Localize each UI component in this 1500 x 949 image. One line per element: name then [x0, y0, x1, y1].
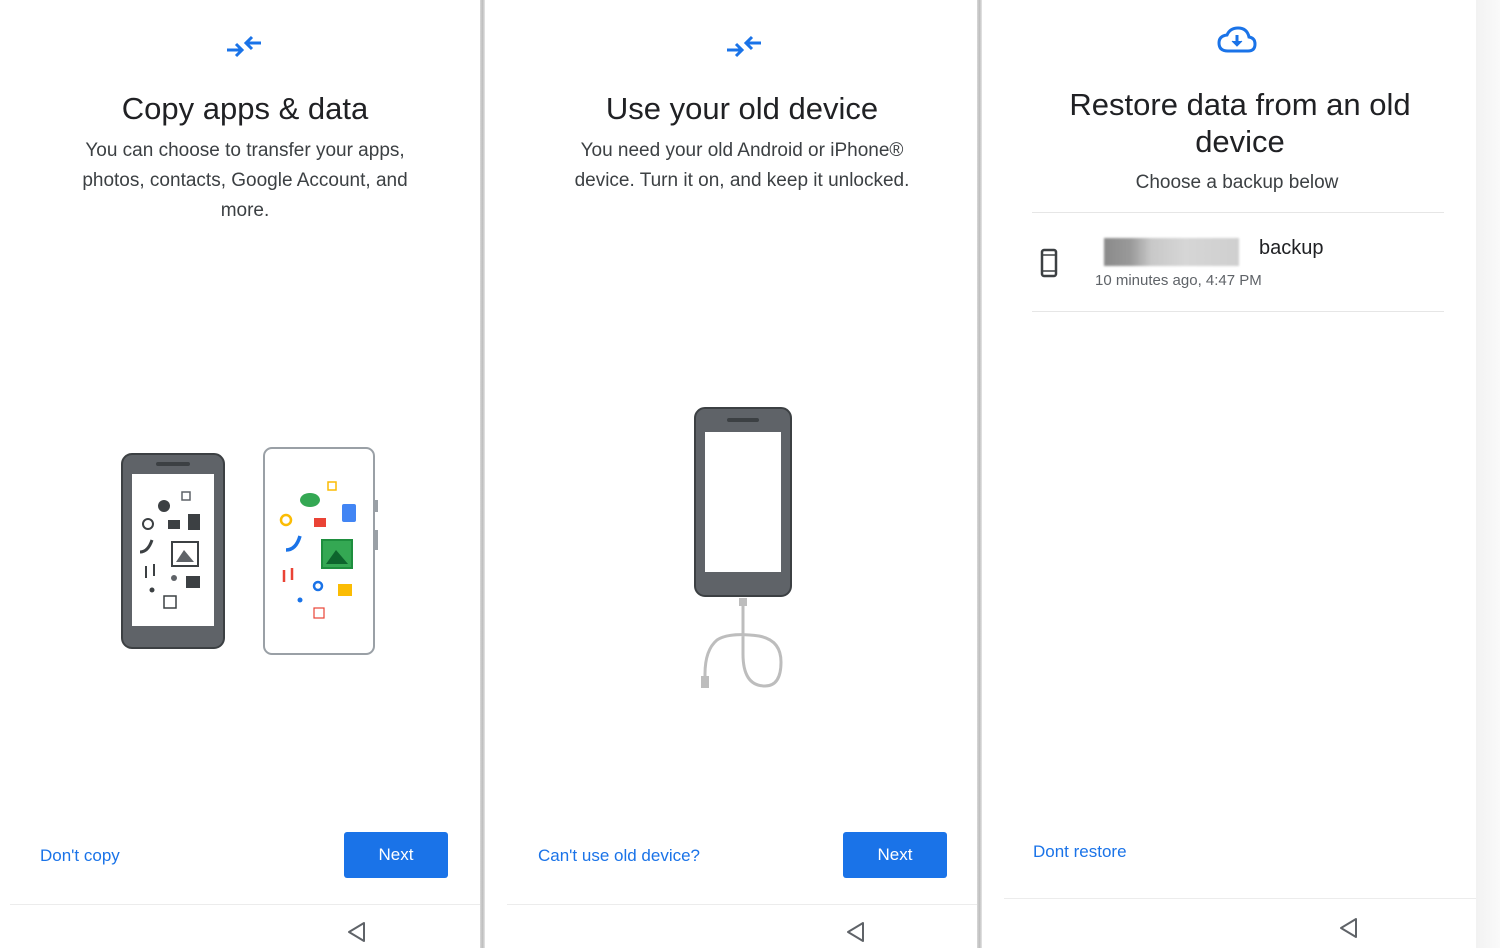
next-button[interactable]: Next — [843, 832, 947, 878]
phone-icon — [1040, 248, 1058, 278]
use-old-device-screen: Use your old device You need your old An… — [507, 0, 977, 949]
page-title: Restore data from an old device — [1069, 87, 1411, 159]
dont-restore-button[interactable]: Dont restore — [1033, 842, 1127, 862]
page-description: You can choose to transfer your apps, ph… — [82, 140, 408, 221]
divider — [1032, 212, 1444, 213]
navigation-bar — [507, 904, 977, 949]
back-triangle-icon[interactable] — [346, 921, 368, 943]
phone-with-cable-illustration — [694, 407, 792, 688]
screen-separator — [480, 0, 485, 948]
cloud-download-icon — [1217, 26, 1257, 53]
copy-apps-screen: Copy apps & data You can choose to trans… — [10, 0, 480, 949]
back-triangle-icon[interactable] — [1338, 917, 1360, 939]
divider — [1032, 311, 1444, 312]
cant-use-old-device-button[interactable]: Can't use old device? — [538, 846, 700, 866]
transfer-arrows-icon — [727, 35, 761, 58]
backup-list-item[interactable]: backup 10 minutes ago, 4:47 PM — [1032, 222, 1444, 308]
screen-separator — [977, 0, 982, 948]
restore-data-screen: Restore data from an old device Choose a… — [1004, 0, 1476, 949]
navigation-bar — [1004, 898, 1476, 949]
backup-timestamp: 10 minutes ago, 4:47 PM — [1095, 272, 1262, 289]
next-button[interactable]: Next — [344, 832, 448, 878]
screen-edge — [1476, 0, 1500, 948]
dont-copy-button[interactable]: Don't copy — [40, 846, 120, 866]
page-subtitle: Choose a backup below — [1135, 172, 1339, 193]
page-title: Use your old device — [605, 91, 879, 126]
back-triangle-icon[interactable] — [845, 921, 867, 943]
page-description: You need your old Android or iPhone® dev… — [574, 140, 910, 191]
navigation-bar — [10, 904, 480, 949]
blurred-device-name — [1104, 238, 1239, 266]
two-phones-illustration — [121, 447, 378, 655]
page-title: Copy apps & data — [121, 91, 369, 126]
backup-name: backup — [1259, 237, 1324, 259]
transfer-arrows-icon — [227, 35, 261, 58]
